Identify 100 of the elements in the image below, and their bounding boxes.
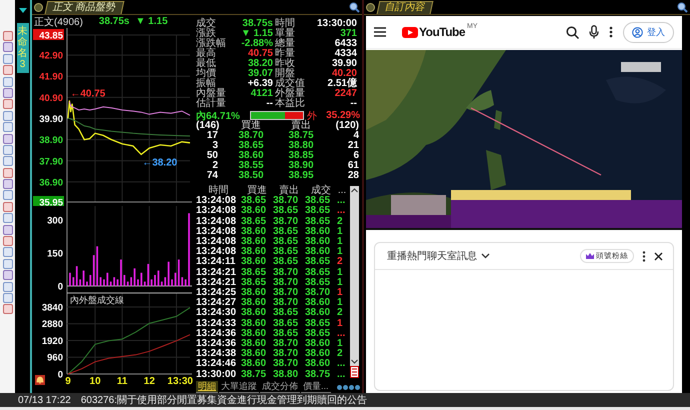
table-cell-text: 38.60 [241, 308, 268, 319]
zoom-icon[interactable] [349, 2, 360, 12]
table-cell-text: ... [337, 206, 346, 217]
scroll-down-icon[interactable] [350, 357, 359, 366]
panel-tab[interactable]: 正文 商品盤勢 [44, 0, 124, 14]
y-tick-label: 35.95 [39, 198, 64, 208]
tool-icon[interactable] [2, 110, 12, 121]
zoom-icon[interactable] [677, 2, 688, 12]
tool-icon[interactable] [2, 224, 12, 235]
scroll-up-icon[interactable] [350, 186, 359, 195]
table-cell-text: 50 [206, 151, 219, 161]
table-cell-text: 13:24:08 [196, 237, 238, 248]
panel-menu-icon[interactable] [366, 2, 375, 12]
tab[interactable]: 明細 [196, 381, 218, 393]
table-cell-text: 38.55 [237, 161, 265, 171]
outer-label: 外 [307, 110, 317, 122]
field-value: 38.75s [241, 19, 274, 29]
field-label: 振幅 [196, 79, 216, 89]
tool-icon[interactable] [2, 156, 12, 166]
nav-dot-icon[interactable] [343, 384, 348, 390]
panel-menu-icon[interactable] [34, 2, 43, 12]
tool-icon[interactable] [2, 213, 12, 224]
tool-icon[interactable] [2, 202, 12, 212]
panel-tab[interactable]: 自訂內容 [376, 0, 434, 14]
chat-mode-dropdown[interactable]: 重播熱門聊天室訊息 [387, 249, 477, 263]
field-value: 39.90 [330, 59, 358, 69]
bell-icon[interactable] [35, 375, 45, 385]
axis-label: 12 [144, 376, 155, 385]
field-label: 成交 [196, 19, 217, 29]
axis-label: 300 [47, 215, 63, 226]
table-cell-text: 38.65 [305, 328, 332, 339]
axis-label: 0 [58, 282, 63, 291]
table-cell-text: 38.70 [273, 298, 300, 308]
table-cell-text: 38.60 [305, 339, 332, 350]
field-value: 13:30:00 [316, 19, 358, 29]
table-cell-text: 38.65 [237, 141, 265, 151]
field-label: 最高 [196, 49, 217, 59]
table-cell-text: 13:24:36 [196, 339, 238, 350]
table-cell-text: 38.65 [305, 206, 332, 217]
table-cell-text: 38.60 [305, 349, 332, 360]
logo[interactable]: YouTube [419, 25, 466, 39]
tool-icon[interactable] [2, 270, 12, 280]
close-icon[interactable] [654, 252, 663, 260]
tool-icon[interactable] [2, 179, 12, 190]
tool-icon[interactable] [2, 304, 12, 314]
tool-icon[interactable] [2, 31, 12, 41]
menu-icon[interactable] [374, 27, 386, 37]
list-icon[interactable] [350, 366, 359, 378]
tool-icon[interactable] [2, 144, 12, 155]
tool-icon[interactable] [2, 168, 12, 178]
nav-dot-icon[interactable] [355, 384, 360, 390]
tool-icon[interactable] [2, 258, 12, 269]
axis-label: 41.90 [39, 72, 63, 83]
tool-icon[interactable] [2, 134, 12, 144]
table-cell-text: 38.90 [287, 161, 315, 171]
last-price: 38.75s [98, 16, 130, 27]
microphone-icon[interactable] [589, 25, 599, 39]
table-cell-text: 38.65 [273, 257, 300, 268]
table-cell-text: 1 [337, 339, 344, 350]
table-cell-text: 38.75 [287, 131, 315, 141]
tool-icon[interactable] [2, 236, 12, 246]
field-value: 39.07 [246, 69, 274, 79]
field-label: 時間 [275, 19, 296, 29]
nav-dot-icon[interactable] [349, 384, 354, 390]
table-cell-text: 38.65 [273, 308, 300, 319]
table-cell-text: 38.60 [241, 339, 268, 350]
tool-icon[interactable] [2, 42, 12, 52]
axis-label: 43.85 [33, 29, 64, 42]
tool-icon[interactable] [2, 54, 12, 64]
table-cell-text: 3 [211, 141, 219, 151]
tool-icon[interactable] [2, 190, 12, 200]
tool-icon[interactable] [2, 247, 12, 258]
table-cell-text: 38.70 [273, 216, 300, 227]
table-cell-text: 38.85 [287, 151, 315, 161]
tool-icon[interactable] [2, 65, 12, 76]
field-value: 4334 [334, 49, 358, 59]
axis-label: 2880 [42, 319, 63, 330]
scrollbar[interactable] [350, 186, 359, 378]
price-marker: ←40.75 [70, 88, 106, 100]
nav-dot-icon[interactable] [337, 384, 342, 390]
table-cell-text: 21 [346, 141, 359, 151]
crown-icon [586, 253, 594, 259]
table-cell-text: 38.70 [273, 288, 300, 298]
field-value: +6.39 [246, 79, 274, 89]
table-cell-text: 74 [206, 171, 219, 181]
tool-icon[interactable] [2, 292, 12, 303]
search-icon[interactable] [566, 26, 579, 38]
tool-icon[interactable] [2, 76, 12, 87]
dropdown-icon[interactable] [18, 8, 26, 13]
table-cell-text: 38.65 [273, 206, 300, 217]
tool-icon[interactable] [2, 122, 12, 132]
tool-icon[interactable] [2, 88, 12, 98]
tool-icon[interactable] [2, 99, 12, 110]
more-icon[interactable] [609, 26, 613, 38]
sign-in-button[interactable]: 登入 [623, 22, 674, 42]
more-icon[interactable] [642, 250, 646, 262]
tool-icon[interactable] [2, 282, 12, 292]
chevron-down-icon[interactable] [481, 253, 490, 259]
axis-label: 1920 [42, 336, 63, 347]
field-label: 最低 [196, 59, 217, 69]
